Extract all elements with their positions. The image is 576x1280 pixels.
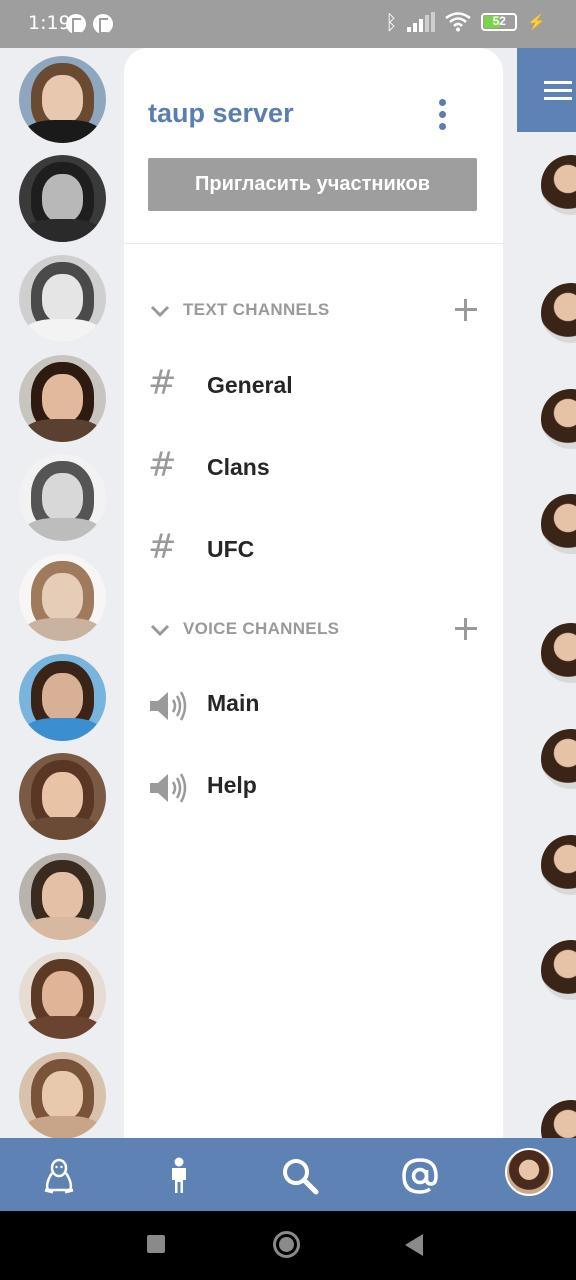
- status-time: 1:19: [28, 12, 71, 34]
- message-avatar[interactable]: [541, 835, 576, 895]
- battery-icon: 52: [481, 13, 518, 31]
- category-label: VOICE CHANNELS: [183, 619, 340, 638]
- back-icon[interactable]: [405, 1234, 423, 1256]
- server-icon[interactable]: [19, 853, 106, 940]
- category-voice-channels[interactable]: VOICE CHANNELS: [148, 615, 478, 645]
- channel-item-help[interactable]: Help: [146, 762, 476, 812]
- linux-icon[interactable]: [39, 1156, 79, 1196]
- hamburger-menu-button[interactable]: [517, 48, 576, 132]
- channel-name: Main: [207, 690, 260, 716]
- status-bar: 1:19 ᛒ 52 ⚡: [0, 0, 576, 48]
- search-icon[interactable]: [280, 1156, 320, 1196]
- chevron-down-icon: [150, 624, 170, 637]
- speaker-icon: [150, 773, 187, 803]
- server-icon[interactable]: [19, 355, 106, 442]
- channel-name: Help: [207, 772, 257, 798]
- channel-name: UFC: [207, 536, 255, 562]
- signal-icon: [407, 12, 436, 32]
- server-icon[interactable]: [19, 1052, 106, 1139]
- charging-icon: ⚡: [527, 14, 546, 31]
- server-icon[interactable]: [19, 255, 106, 342]
- hash-icon: #: [148, 363, 177, 403]
- bottom-navigation: [0, 1138, 576, 1211]
- channel-item-ufc[interactable]: # UFC: [146, 526, 476, 576]
- bluetooth-icon: ᛒ: [385, 10, 398, 34]
- divider: [124, 243, 503, 244]
- battery-level: 52: [492, 14, 506, 28]
- channel-item-main[interactable]: Main: [146, 680, 476, 730]
- channel-item-general[interactable]: # General: [146, 362, 476, 412]
- recent-apps-icon[interactable]: [147, 1235, 165, 1253]
- server-icon[interactable]: [19, 454, 106, 541]
- speaker-icon: [150, 691, 187, 721]
- invite-members-button[interactable]: Пригласить участников: [148, 158, 477, 211]
- category-text-channels[interactable]: TEXT CHANNELS: [148, 296, 478, 326]
- person-icon[interactable]: [159, 1156, 199, 1196]
- message-avatar[interactable]: [541, 283, 576, 343]
- message-avatar[interactable]: [541, 729, 576, 789]
- channel-item-clans[interactable]: # Clans: [146, 444, 476, 494]
- hash-icon: #: [148, 527, 177, 567]
- message-avatar[interactable]: [541, 389, 576, 449]
- server-icon[interactable]: [19, 155, 106, 242]
- server-name: taup server: [148, 98, 294, 128]
- server-icon[interactable]: [19, 753, 106, 840]
- server-icon[interactable]: [19, 952, 106, 1039]
- message-avatar[interactable]: [541, 623, 576, 683]
- channel-drawer: taup server Пригласить участников TEXT C…: [124, 48, 503, 1138]
- home-icon[interactable]: [273, 1231, 300, 1258]
- wifi-icon: [445, 12, 472, 32]
- message-avatar[interactable]: [541, 494, 576, 554]
- chevron-down-icon: [150, 305, 170, 318]
- add-channel-icon[interactable]: [454, 615, 478, 643]
- message-avatar[interactable]: [541, 940, 576, 1000]
- more-vertical-icon[interactable]: [432, 99, 452, 131]
- server-icon[interactable]: [19, 56, 106, 143]
- notification-app-icon: [93, 14, 113, 34]
- channel-name: Clans: [207, 454, 270, 480]
- server-icon[interactable]: [19, 554, 106, 641]
- at-sign-icon[interactable]: [400, 1156, 440, 1196]
- notification-app-icon: [66, 14, 86, 34]
- category-label: TEXT CHANNELS: [183, 300, 330, 319]
- server-list: [0, 48, 124, 1139]
- profile-avatar[interactable]: [505, 1148, 553, 1196]
- message-avatar[interactable]: [541, 155, 576, 215]
- server-icon[interactable]: [19, 654, 106, 741]
- hash-icon: #: [148, 445, 177, 485]
- add-channel-icon[interactable]: [454, 296, 478, 324]
- channel-name: General: [207, 372, 293, 398]
- system-navigation-bar: [0, 1211, 576, 1280]
